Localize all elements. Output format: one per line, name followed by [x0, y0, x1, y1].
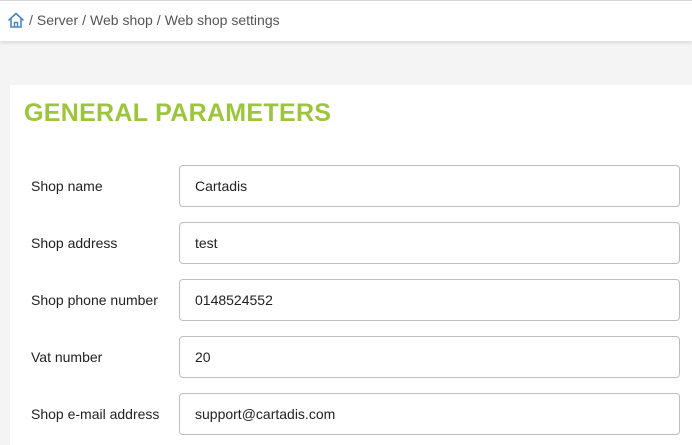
shop-address-input[interactable]: [179, 222, 680, 264]
top-bar: / Server / Web shop / Web shop settings: [0, 0, 692, 41]
shop-name-label: Shop name: [31, 178, 103, 194]
breadcrumb-separator: /: [156, 12, 161, 28]
form-row-vat-number: Vat number: [10, 336, 692, 378]
shop-address-label: Shop address: [31, 235, 118, 251]
breadcrumb-web-shop[interactable]: Web shop: [90, 12, 153, 28]
vat-number-input[interactable]: [179, 336, 680, 378]
breadcrumb-web-shop-settings[interactable]: Web shop settings: [165, 12, 280, 28]
form-row-shop-name: Shop name: [10, 165, 692, 207]
shop-phone-label: Shop phone number: [31, 292, 158, 308]
shop-email-input[interactable]: [179, 393, 680, 435]
breadcrumb-server[interactable]: Server: [37, 12, 78, 28]
shop-name-input[interactable]: [179, 165, 680, 207]
section-title: GENERAL PARAMETERS: [24, 99, 332, 127]
form-row-shop-address: Shop address: [10, 222, 692, 264]
shop-email-label: Shop e-mail address: [31, 406, 160, 422]
form-row-shop-email: Shop e-mail address: [10, 393, 692, 435]
breadcrumb: / Server / Web shop / Web shop settings: [7, 11, 280, 29]
general-parameters-card: GENERAL PARAMETERS Shop name Shop addres…: [10, 85, 692, 445]
vat-number-label: Vat number: [31, 349, 103, 365]
shop-phone-input[interactable]: [179, 279, 680, 321]
breadcrumb-separator: /: [29, 12, 33, 28]
home-icon[interactable]: [7, 11, 25, 29]
breadcrumb-separator: /: [82, 12, 87, 28]
form-row-shop-phone: Shop phone number: [10, 279, 692, 321]
